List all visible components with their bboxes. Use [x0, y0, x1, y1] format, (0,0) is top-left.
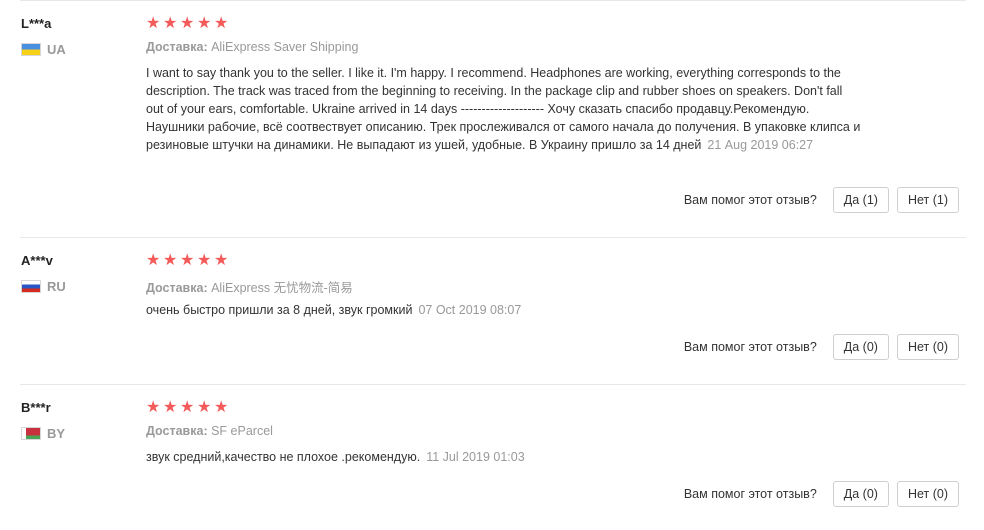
- star-icon: ★: [180, 15, 195, 32]
- star-icon: ★: [197, 252, 212, 269]
- reviewer-name: L***a: [21, 16, 52, 31]
- review-date: 07 Oct 2019 08:07: [418, 303, 522, 317]
- review-separator: [20, 237, 966, 238]
- delivery-value: SF eParcel: [211, 424, 273, 438]
- helpful-row: Вам помог этот отзыв? Да (1) Нет (1): [684, 187, 959, 213]
- star-icon: ★: [180, 252, 195, 269]
- star-rating: ★ ★ ★ ★ ★: [146, 399, 229, 416]
- star-icon: ★: [197, 15, 212, 32]
- helpful-question: Вам помог этот отзыв?: [683, 193, 817, 207]
- delivery-label: Доставка:: [146, 40, 208, 54]
- delivery-label: Доставка:: [146, 424, 208, 438]
- delivery-value: AliExpress Saver Shipping: [211, 40, 359, 54]
- star-icon: ★: [214, 399, 229, 416]
- delivery-value: AliExpress 无忧物流-简易: [211, 281, 353, 295]
- review-date: 21 Aug 2019 06:27: [707, 138, 814, 152]
- reviewer-country: UA: [21, 42, 66, 57]
- reviewer-country: BY: [21, 426, 65, 441]
- country-code: RU: [47, 279, 66, 294]
- delivery-info: Доставка: SF eParcel: [146, 424, 273, 438]
- star-rating: ★ ★ ★ ★ ★: [146, 252, 229, 269]
- reviewer-country: RU: [21, 279, 66, 294]
- helpful-no-button[interactable]: Нет (0): [896, 334, 959, 360]
- star-icon: ★: [163, 252, 178, 269]
- star-icon: ★: [197, 399, 212, 416]
- flag-icon: [21, 43, 41, 56]
- star-icon: ★: [146, 399, 161, 416]
- star-rating: ★ ★ ★ ★ ★: [146, 15, 229, 32]
- review-text: звук средний,качество не плохое .рекомен…: [146, 448, 861, 466]
- helpful-question: Вам помог этот отзыв?: [683, 487, 817, 501]
- delivery-label: Доставка:: [146, 281, 208, 295]
- delivery-info: Доставка: AliExpress 无忧物流-简易: [146, 277, 353, 296]
- helpful-no-button[interactable]: Нет (1): [896, 187, 959, 213]
- star-icon: ★: [214, 15, 229, 32]
- helpful-yes-button[interactable]: Да (0): [832, 334, 889, 360]
- review-separator: [20, 0, 966, 1]
- flag-icon: [21, 427, 41, 440]
- helpful-yes-button[interactable]: Да (0): [832, 481, 889, 507]
- country-code: BY: [47, 426, 66, 441]
- review-text: I want to say thank you to the seller. I…: [146, 64, 861, 154]
- flag-icon: [21, 280, 41, 293]
- review-date: 11 Jul 2019 01:03: [426, 450, 525, 464]
- star-icon: ★: [214, 252, 229, 269]
- star-icon: ★: [163, 399, 178, 416]
- helpful-row: Вам помог этот отзыв? Да (0) Нет (0): [684, 334, 959, 360]
- helpful-no-button[interactable]: Нет (0): [896, 481, 959, 507]
- helpful-question: Вам помог этот отзыв?: [683, 340, 817, 354]
- country-code: UA: [47, 42, 66, 57]
- star-icon: ★: [180, 399, 195, 416]
- star-icon: ★: [146, 252, 161, 269]
- review-separator: [20, 384, 966, 385]
- reviewer-name: A***v: [21, 253, 53, 268]
- review-body: звук средний,качество не плохое .рекомен…: [146, 450, 421, 464]
- helpful-row: Вам помог этот отзыв? Да (0) Нет (0): [684, 481, 959, 507]
- reviewer-name: B***r: [21, 400, 51, 415]
- star-icon: ★: [163, 15, 178, 32]
- review-body: очень быстро пришли за 8 дней, звук гром…: [146, 303, 413, 317]
- helpful-yes-button[interactable]: Да (1): [832, 187, 889, 213]
- review-text: очень быстро пришли за 8 дней, звук гром…: [146, 301, 861, 319]
- star-icon: ★: [146, 15, 161, 32]
- delivery-info: Доставка: AliExpress Saver Shipping: [146, 40, 358, 54]
